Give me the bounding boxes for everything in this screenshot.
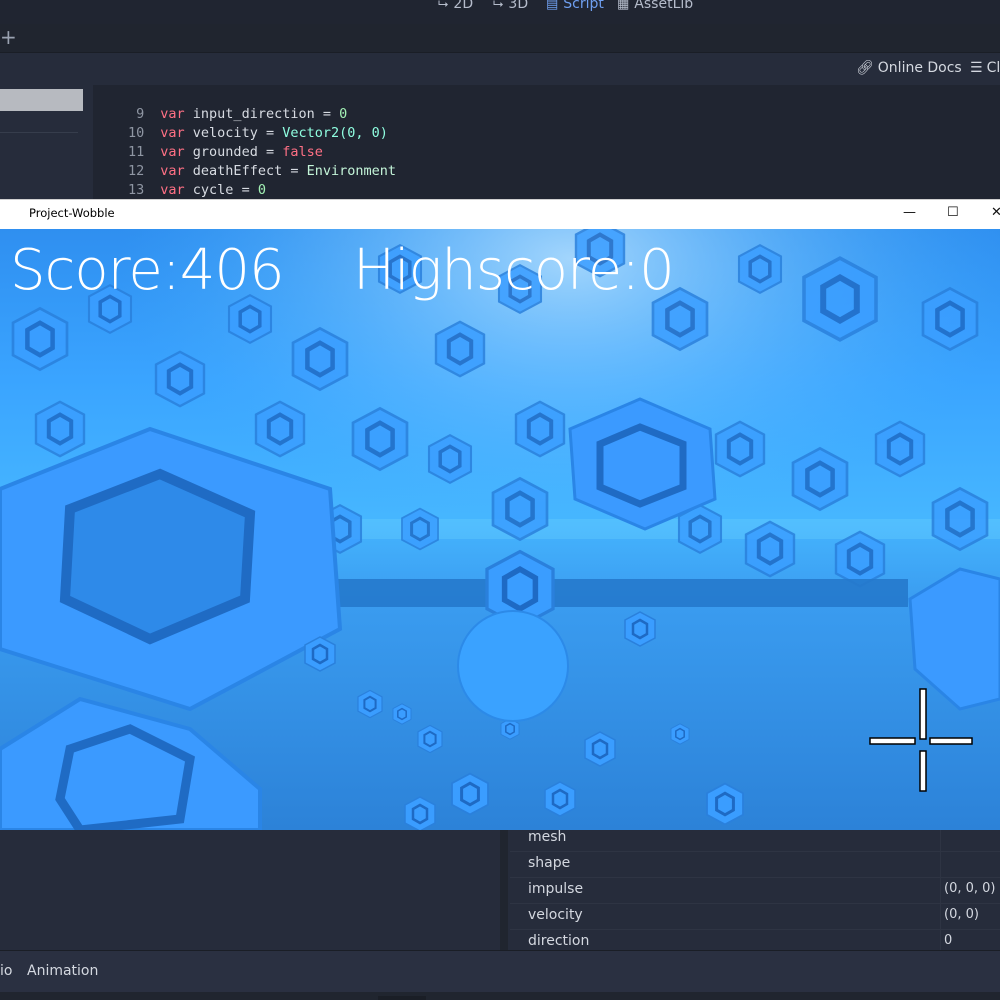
code-line: 14var mesh bbox=[106, 181, 225, 217]
inspector-row-impulse[interactable]: impulse (0, 0, 0) bbox=[510, 877, 1000, 904]
minimize-button[interactable]: — bbox=[903, 205, 916, 220]
assetlib-icon: ▦ bbox=[617, 0, 630, 12]
inspector-row-shape[interactable]: shape bbox=[510, 851, 1000, 878]
highscore-label: Highscore:0 bbox=[353, 238, 675, 303]
tab-assetlib[interactable]: ▦ AssetLib bbox=[617, 0, 693, 14]
game-scene bbox=[0, 229, 1000, 830]
tab-3d[interactable]: ⮡ 3D bbox=[493, 0, 528, 14]
status-strip bbox=[0, 992, 1000, 1000]
window-title: Project-Wobble bbox=[29, 206, 115, 220]
class-reference-button[interactable]: ☰ Cl bbox=[970, 60, 1000, 76]
code-line: 10 var velocity = Vector2(0, 0) bbox=[128, 125, 388, 141]
close-button[interactable]: ✕ bbox=[991, 205, 1000, 220]
code-line: 13 var cycle = 0 bbox=[128, 182, 266, 198]
script-toolbar bbox=[0, 53, 1000, 85]
code-line: 11 var grounded = false bbox=[128, 144, 323, 160]
add-scene-icon[interactable]: + bbox=[0, 25, 17, 49]
inspector-row-velocity[interactable]: velocity (0, 0) bbox=[510, 903, 1000, 930]
code-line: 12 var deathEffect = Environment bbox=[128, 163, 397, 179]
filesystem-panel bbox=[0, 830, 500, 950]
class-list-icon: ☰ bbox=[970, 60, 983, 76]
scene-tab-strip bbox=[0, 24, 1000, 53]
player-ball bbox=[457, 610, 569, 722]
panel-resize-handle[interactable] bbox=[378, 996, 426, 1000]
workspace-bar: ⮡ 2D ⮡ 3D ▤ Script ▦ AssetLib bbox=[0, 0, 1000, 24]
game-window-titlebar[interactable] bbox=[0, 199, 1000, 230]
3d-icon: ⮡ bbox=[493, 0, 504, 12]
2d-icon: ⮡ bbox=[438, 0, 449, 12]
script-icon: ▤ bbox=[546, 0, 559, 12]
tab-script[interactable]: ▤ Script bbox=[546, 0, 604, 14]
maximize-button[interactable]: ☐ bbox=[947, 205, 959, 220]
online-docs-button[interactable]: 🔗︎ Online Docs bbox=[856, 60, 962, 76]
code-line: 9 var input_direction = 0 bbox=[136, 106, 348, 122]
score-label: Score:406 bbox=[10, 238, 285, 303]
bottom-panel-bar bbox=[0, 950, 1000, 993]
game-viewport[interactable] bbox=[0, 229, 1000, 830]
tab-audio[interactable]: io bbox=[0, 963, 12, 979]
tab-2d[interactable]: ⮡ 2D bbox=[438, 0, 473, 14]
link-icon: 🔗︎ bbox=[856, 60, 874, 76]
script-filter-input[interactable] bbox=[0, 89, 83, 111]
divider bbox=[0, 132, 78, 133]
inspector-row-direction[interactable]: direction 0 bbox=[510, 929, 1000, 955]
panel-splitter[interactable] bbox=[500, 830, 508, 950]
tab-animation[interactable]: Animation bbox=[27, 963, 98, 979]
